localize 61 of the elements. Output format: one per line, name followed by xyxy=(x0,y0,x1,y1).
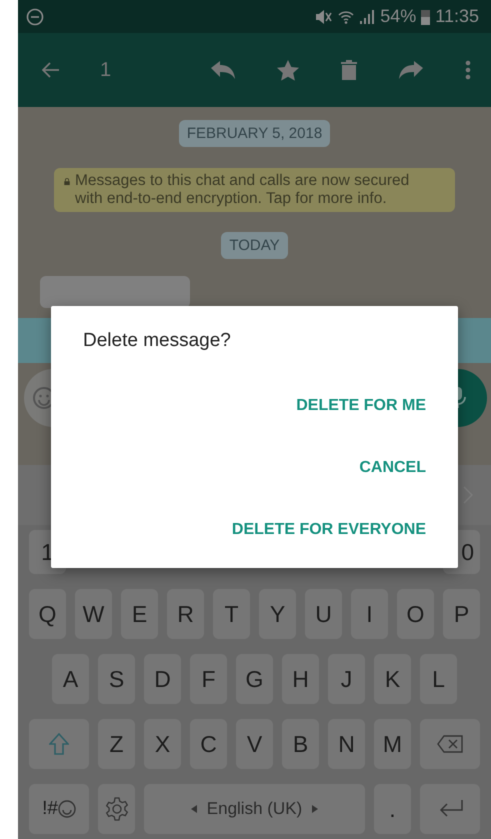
backspace-icon xyxy=(437,735,463,753)
keyboard-key[interactable]: R xyxy=(167,589,204,639)
keyboard-key[interactable]: E xyxy=(121,589,158,639)
mute-icon xyxy=(315,8,334,24)
keyboard-key[interactable]: S xyxy=(98,654,135,704)
clock-time: 11:35 xyxy=(435,6,479,27)
left-triangle-icon xyxy=(190,805,197,813)
settings-key[interactable] xyxy=(98,784,135,834)
battery-icon xyxy=(421,8,430,24)
settings-icon xyxy=(104,797,128,821)
dialog-button[interactable]: DELETE FOR EVERYONE xyxy=(232,514,426,546)
keyboard-key[interactable]: F xyxy=(190,654,227,704)
back-arrow-icon[interactable] xyxy=(42,62,60,78)
smiley-icon xyxy=(58,800,76,818)
keyboard-key[interactable]: J xyxy=(328,654,365,704)
star-icon[interactable] xyxy=(277,60,299,80)
keyboard-key[interactable]: M xyxy=(374,719,411,769)
dialog-button[interactable]: CANCEL xyxy=(359,452,426,484)
keyboard-key[interactable]: G xyxy=(236,654,273,704)
right-triangle-icon xyxy=(312,805,318,813)
keyboard-key[interactable]: X xyxy=(144,719,181,769)
keyboard-key[interactable]: C xyxy=(190,719,227,769)
keyboard-key[interactable]: K xyxy=(374,654,411,704)
keyboard-key[interactable]: I xyxy=(351,589,388,639)
keyboard-key[interactable]: O xyxy=(397,589,434,639)
selected-count: 1 xyxy=(100,58,112,82)
date-chip: FEBRUARY 5, 2018 xyxy=(178,120,330,147)
delete-icon[interactable] xyxy=(341,60,357,80)
signal-icon xyxy=(359,8,376,24)
more-options-icon[interactable] xyxy=(465,60,471,80)
symbols-key[interactable]: !# xyxy=(29,784,89,834)
keyboard-key[interactable]: T xyxy=(213,589,250,639)
wifi-icon xyxy=(338,8,354,24)
backspace-key[interactable] xyxy=(420,719,480,769)
keyboard-key[interactable]: N xyxy=(328,719,365,769)
keyboard-key[interactable]: Y xyxy=(259,589,296,639)
keyboard-key[interactable]: H xyxy=(282,654,319,704)
keyboard-key[interactable]: . xyxy=(374,784,411,834)
shift-arrow-icon xyxy=(49,733,69,755)
keyboard-key[interactable]: A xyxy=(52,654,89,704)
do-not-disturb-icon xyxy=(26,8,44,26)
keyboard-key[interactable]: B xyxy=(282,719,319,769)
keyboard-key[interactable]: V xyxy=(236,719,273,769)
dialog-button[interactable]: DELETE FOR ME xyxy=(296,390,426,422)
encryption-notice[interactable]: Messages to this chat and calls are now secured with end-to-end encryption. Tap for more info. xyxy=(54,168,455,212)
enter-key[interactable] xyxy=(420,784,480,834)
keyboard-key[interactable]: Z xyxy=(98,719,135,769)
keyboard-key[interactable]: W xyxy=(75,589,112,639)
keyboard-key[interactable]: Q xyxy=(29,589,66,639)
shift-key[interactable] xyxy=(29,719,89,769)
reply-icon[interactable] xyxy=(211,61,235,79)
battery-percent: 54% xyxy=(380,6,416,27)
lock-icon xyxy=(64,175,70,188)
forward-icon[interactable] xyxy=(399,61,423,79)
dialog-title: Delete message? xyxy=(83,330,231,352)
keyboard-key[interactable]: U xyxy=(305,589,342,639)
keyboard-key[interactable]: L xyxy=(420,654,457,704)
keyboard-key[interactable]: P xyxy=(443,589,480,639)
space-key[interactable]: English (UK) xyxy=(144,784,365,834)
keyboard-key[interactable]: D xyxy=(144,654,181,704)
date-chip: TODAY xyxy=(221,232,288,259)
